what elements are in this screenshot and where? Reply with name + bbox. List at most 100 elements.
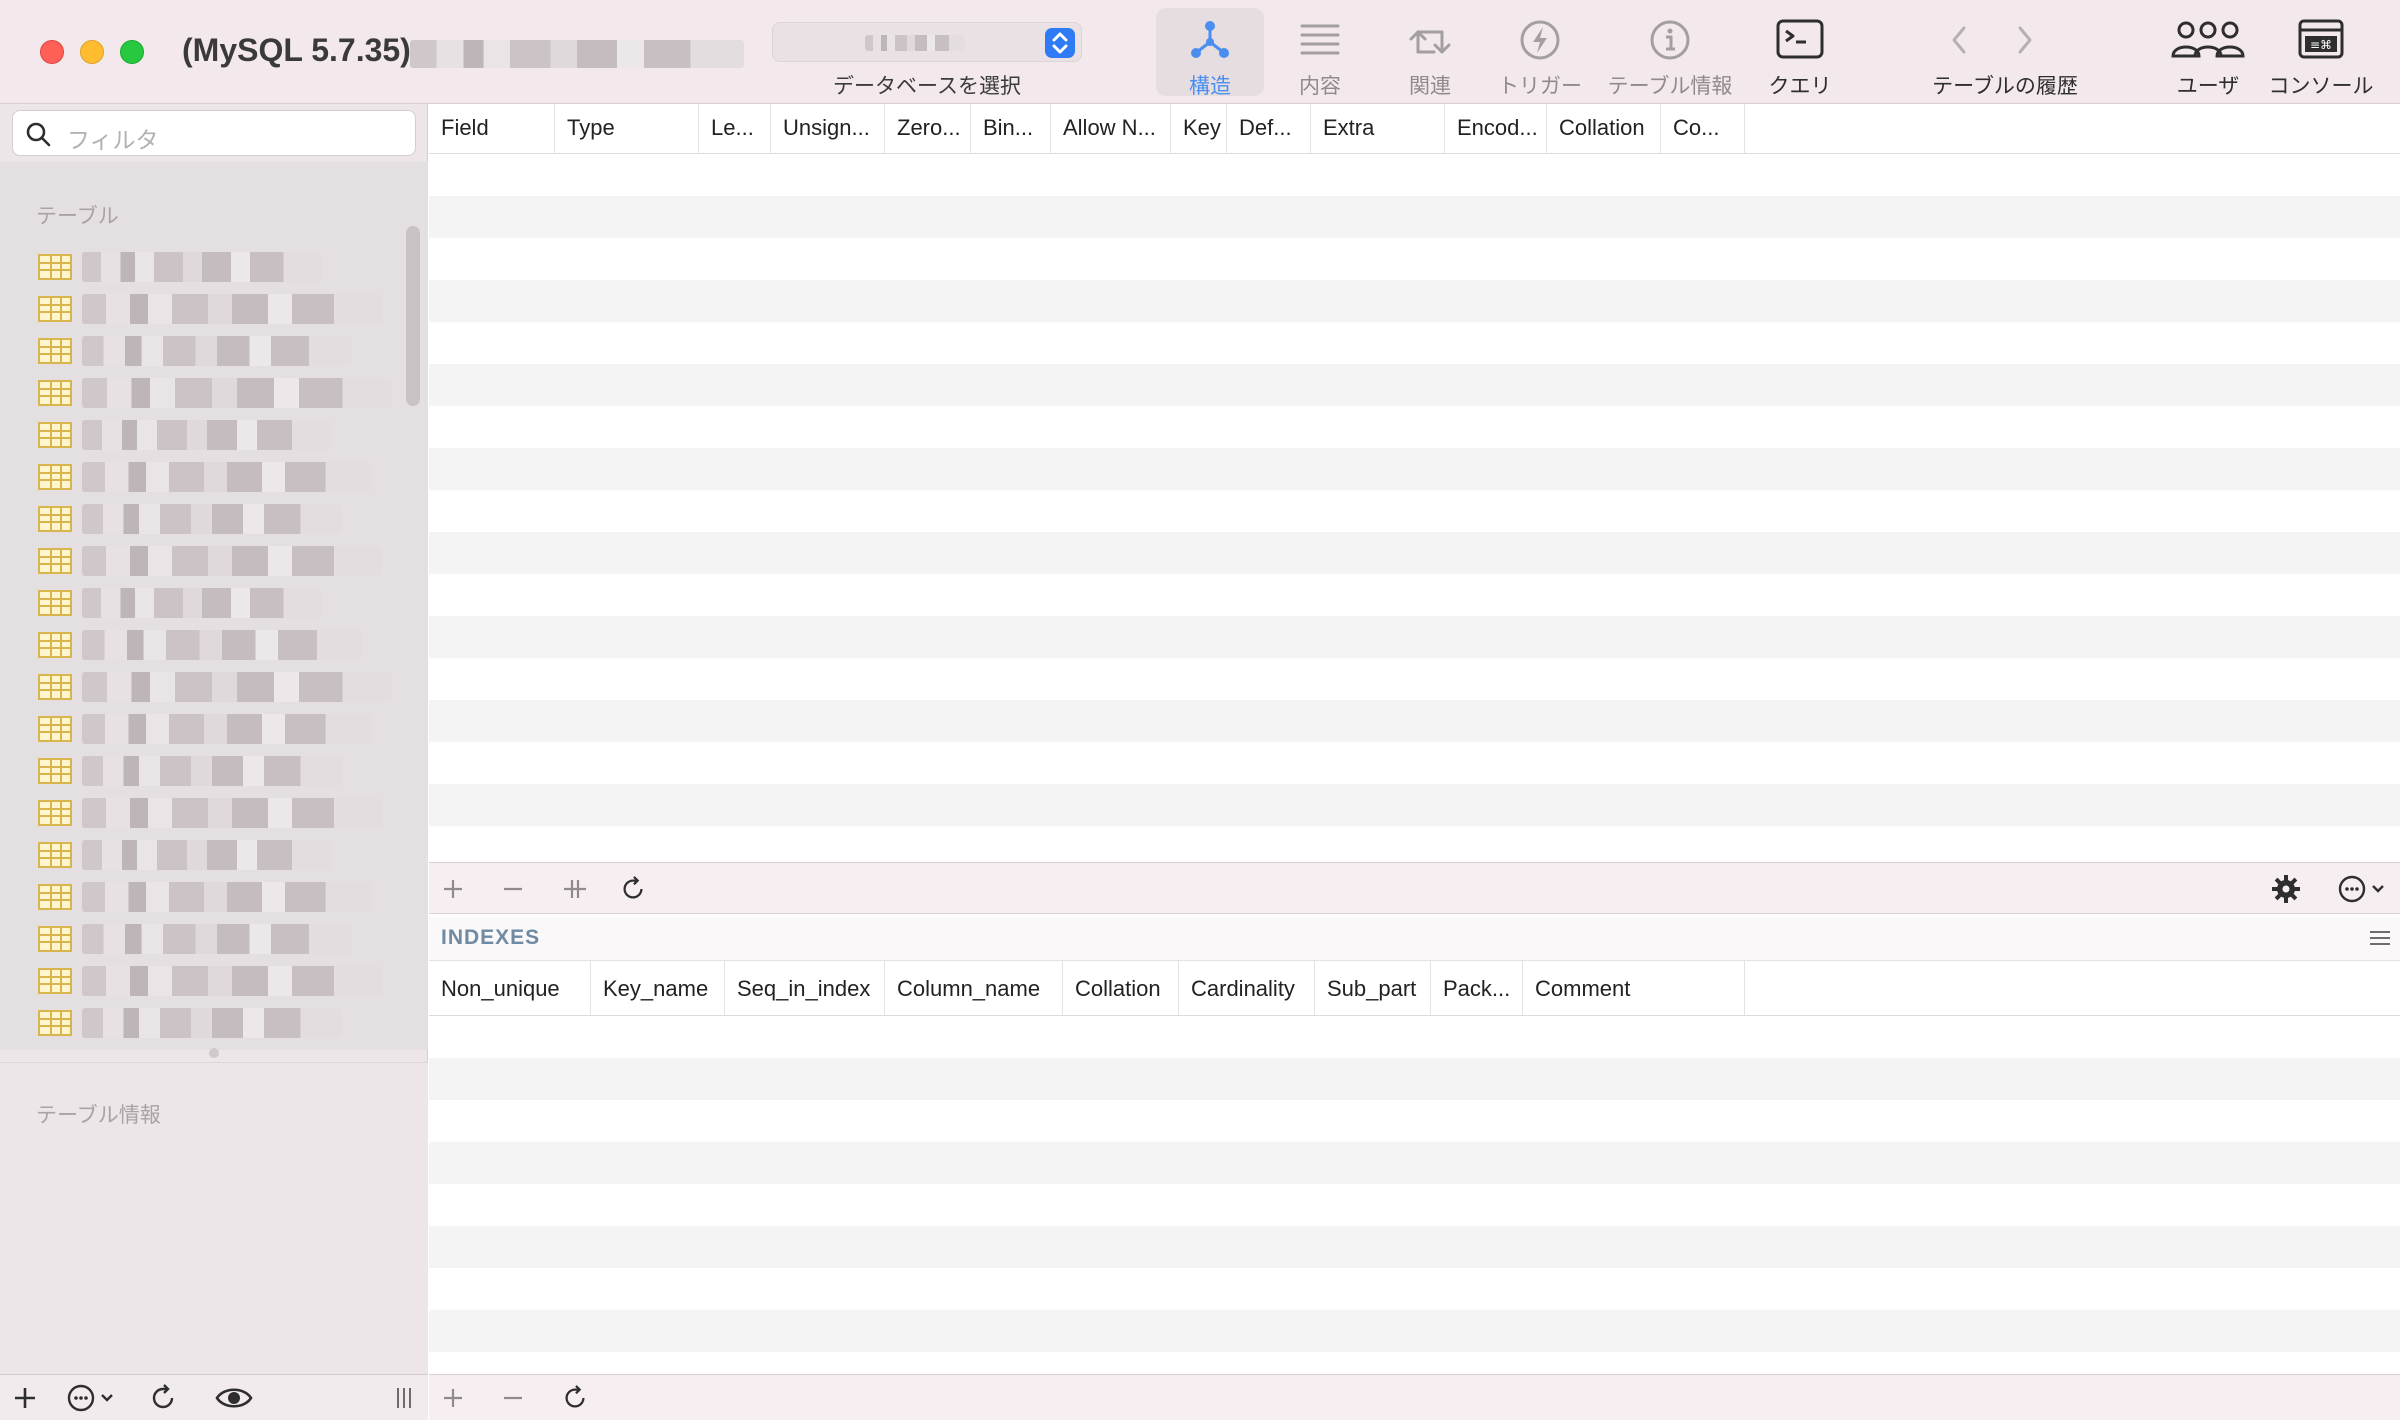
table-row[interactable] [429,1184,2400,1226]
table-row[interactable] [429,154,2400,196]
table-row[interactable] [429,742,2400,784]
relations-tab[interactable]: 関連 [1380,8,1480,98]
table-row[interactable] [429,280,2400,322]
column-header-default[interactable]: Def... [1227,104,1311,153]
indexes-menu-button[interactable] [2368,926,2392,955]
table-row[interactable] [429,448,2400,490]
zoom-window-button[interactable] [120,40,144,64]
structure-more-menu-button[interactable] [2337,863,2389,915]
structure-tab[interactable]: 構造 [1156,8,1264,98]
column-header-extra[interactable]: Extra [1311,104,1445,153]
column-header-length[interactable]: Le... [699,104,771,153]
minimize-window-button[interactable] [80,40,104,64]
console-button[interactable]: ≡⌘ コンソール [2266,8,2376,98]
index-header-sub-part[interactable]: Sub_part [1315,961,1431,1015]
table-row[interactable] [429,1100,2400,1142]
index-header-packed[interactable]: Pack... [1431,961,1523,1015]
column-header-comment[interactable]: Co... [1661,104,1745,153]
index-header-column-name[interactable]: Column_name [885,961,1063,1015]
add-table-button[interactable] [12,1385,38,1416]
table-row[interactable] [429,532,2400,574]
table-list-item[interactable] [38,756,418,790]
table-row[interactable] [429,364,2400,406]
table-row[interactable] [429,490,2400,532]
table-list-item[interactable] [38,504,418,538]
table-actions-menu-button[interactable] [66,1383,118,1418]
index-header-non-unique[interactable]: Non_unique [429,961,591,1015]
table-list-item[interactable] [38,714,418,748]
table-list-item[interactable] [38,1008,418,1042]
table-list-item[interactable] [38,924,418,958]
add-index-button[interactable] [441,1375,465,1420]
table-row[interactable] [429,1268,2400,1310]
sidebar-scrollbar[interactable] [406,226,420,406]
column-header-encoding[interactable]: Encod... [1445,104,1547,153]
table-row[interactable] [429,616,2400,658]
duplicate-field-button[interactable] [561,863,589,915]
table-row[interactable] [429,784,2400,826]
table-list-item[interactable] [38,588,418,622]
column-header-zerofill[interactable]: Zero... [885,104,971,153]
history-forward-button[interactable] [2010,22,2040,63]
column-header-collation[interactable]: Collation [1547,104,1661,153]
table-row[interactable] [429,406,2400,448]
table-list-item[interactable] [38,420,418,454]
triggers-tab[interactable]: トリガー [1490,8,1590,98]
filter-field[interactable]: フィルタ [12,110,416,156]
table-list-item[interactable] [38,378,418,412]
table-list-item[interactable] [38,840,418,874]
remove-index-button[interactable] [501,1375,525,1420]
table-list-item[interactable] [38,882,418,916]
table-list-item[interactable] [38,336,418,370]
table-list-item[interactable] [38,630,418,664]
table-row[interactable] [429,322,2400,364]
table-list-item[interactable] [38,966,418,1000]
table-list-item[interactable] [38,294,418,328]
table-row[interactable] [429,1226,2400,1268]
refresh-tables-button[interactable] [148,1383,178,1418]
column-header-unsigned[interactable]: Unsign... [771,104,885,153]
users-button[interactable]: ユーザ [2158,8,2258,98]
column-header-key[interactable]: Key [1171,104,1227,153]
column-header-field[interactable]: Field [429,104,555,153]
tables-heading: テーブル [36,205,119,228]
add-field-button[interactable] [441,863,465,915]
close-window-button[interactable] [40,40,64,64]
table-info-tab[interactable]: テーブル情報 [1600,8,1740,98]
column-header-binary[interactable]: Bin... [971,104,1051,153]
refresh-indexes-button[interactable] [561,1375,589,1420]
column-header-allow-null[interactable]: Allow N... [1051,104,1171,153]
query-tab[interactable]: クエリ [1750,8,1850,98]
table-row[interactable] [429,1058,2400,1100]
table-row[interactable] [429,574,2400,616]
table-row[interactable] [429,1310,2400,1352]
sidebar-resize-handle[interactable] [394,1385,414,1416]
table-row[interactable] [429,196,2400,238]
table-row[interactable] [429,238,2400,280]
table-row[interactable] [429,826,2400,862]
index-header-key-name[interactable]: Key_name [591,961,725,1015]
table-list-item[interactable] [38,462,418,496]
toggle-visibility-button[interactable] [214,1383,254,1418]
index-header-comment[interactable]: Comment [1523,961,1745,1015]
table-list-item[interactable] [38,252,418,286]
refresh-structure-button[interactable] [619,863,647,915]
table-row[interactable] [429,1016,2400,1058]
table-row[interactable] [429,700,2400,742]
index-header-cardinality[interactable]: Cardinality [1179,961,1315,1015]
index-header-seq-in-index[interactable]: Seq_in_index [725,961,885,1015]
remove-field-button[interactable] [501,863,525,915]
table-list-item[interactable] [38,672,418,706]
table-row[interactable] [429,1142,2400,1184]
column-header-type[interactable]: Type [555,104,699,153]
index-header-collation[interactable]: Collation [1063,961,1179,1015]
table-row[interactable] [429,658,2400,700]
table-list-item[interactable] [38,798,418,832]
content-tab[interactable]: 内容 [1270,8,1370,98]
sidebar-splitter-handle[interactable] [209,1048,219,1058]
database-select[interactable] [772,22,1082,62]
history-back-button[interactable] [1944,22,1974,63]
structure-settings-button[interactable] [2271,863,2301,915]
table-list-item[interactable] [38,546,418,580]
table-row[interactable] [429,1352,2400,1370]
